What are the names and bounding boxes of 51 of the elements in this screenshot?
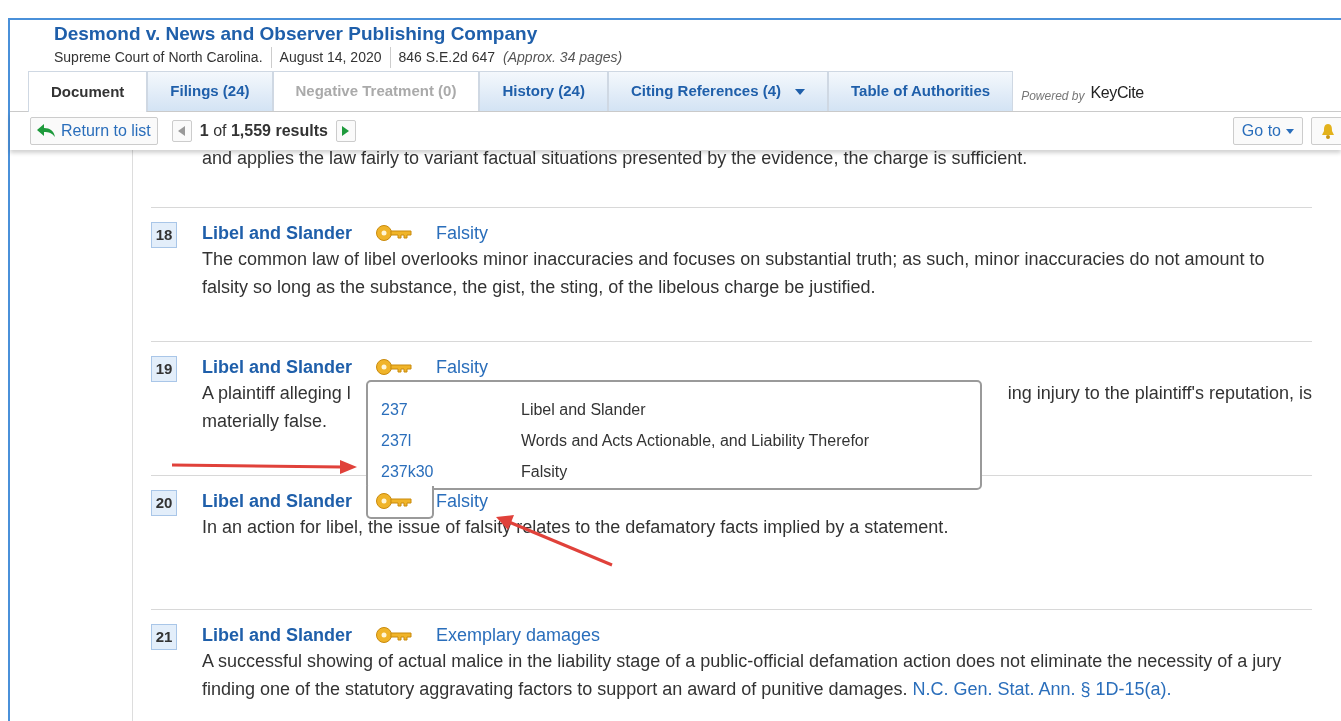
court-name: Supreme Court of North Carolina. <box>54 46 272 68</box>
headnote-text: materially false. <box>202 411 328 431</box>
headnote-number: 19 <box>151 356 177 382</box>
subtopic-link[interactable]: Falsity <box>436 219 489 247</box>
key-number-label: Libel and Slander <box>521 399 646 420</box>
tab[interactable]: Filings (24) <box>147 71 273 111</box>
statute-link[interactable]: N.C. Gen. Stat. Ann. § 1D-15(a). <box>912 679 1172 699</box>
alert-button[interactable] <box>1311 117 1341 145</box>
tab[interactable]: History (24) <box>479 71 608 111</box>
page-count: (Approx. 34 pages) <box>503 47 623 67</box>
tab[interactable]: Citing References (4) <box>607 71 828 111</box>
subtopic-link[interactable]: Falsity <box>436 353 489 381</box>
decision-date: August 14, 2020 <box>271 46 391 68</box>
topic-link[interactable]: Libel and Slander <box>202 621 353 649</box>
key-number-link[interactable]: 237k30 <box>381 459 521 484</box>
key-icon[interactable] <box>376 491 413 511</box>
subtopic-link[interactable]: Falsity <box>436 487 489 515</box>
key-number-label: Falsity <box>521 461 568 482</box>
tab[interactable]: Document <box>28 71 148 112</box>
headnote-text: A successful showing of actual malice in the liability stage of a public-official defamation action does not eliminate the necessity of a jury finding one of the statutory aggravating factors to support an award of punitive damages. N.C. Gen. Stat. Ann. § 1D-15(a). <box>202 650 1283 701</box>
bell-icon <box>1320 123 1336 139</box>
subtopic-link[interactable]: Exemplary damages <box>436 621 601 649</box>
headnote-text: ing injury to the plaintiff's reputation, is <box>1007 382 1312 405</box>
headnote-text: A plaintiff alleging l <box>202 382 351 405</box>
citation: 846 S.E.2d 647 <box>397 47 497 67</box>
back-arrow-icon <box>37 124 55 138</box>
topic-link[interactable]: Libel and Slander <box>202 353 353 381</box>
key-icon[interactable] <box>376 357 413 377</box>
cut-off-text: and applies the law fairly to variant factual situations presented by the evidence, the charge is sufficient. <box>201 147 1029 170</box>
headnote-text: The common law of libel overlooks minor inaccuracies and focuses on substantial truth; as such, minor inaccuracies do not amount to falsity so long as the substance, the gist, the sting, of the libelous charge be justified. <box>202 248 1266 299</box>
document-title: Desmond v. News and Observer Publishing Company <box>54 22 539 46</box>
key-number-link[interactable]: 237l <box>381 428 521 453</box>
go-to-dropdown[interactable]: Go to <box>1232 117 1303 145</box>
key-number-link[interactable]: 237 <box>381 397 521 422</box>
caret-icon <box>1286 128 1294 134</box>
topic-link[interactable]: Libel and Slander <box>202 219 353 247</box>
headnote-number: 18 <box>151 222 177 248</box>
headnote-number: 20 <box>151 490 177 516</box>
powered-by-label: Powered by <box>1021 88 1085 105</box>
key-icon[interactable] <box>376 223 413 243</box>
topic-link[interactable]: Libel and Slander <box>202 487 353 515</box>
next-button[interactable] <box>335 120 356 142</box>
headnote-number: 21 <box>151 624 177 650</box>
left-triangle-icon <box>178 126 186 136</box>
tab[interactable]: Table of Authorities <box>828 71 1014 111</box>
result-counter: 1 of 1,559 results <box>199 121 328 141</box>
key-number-label: Words and Acts Actionable, and Liability Therefor <box>521 430 870 451</box>
key-icon[interactable] <box>376 625 413 645</box>
keycite-logo: KeyCite <box>1090 83 1144 103</box>
right-triangle-icon <box>342 126 350 136</box>
return-to-list-button[interactable]: Return to list <box>30 117 158 145</box>
